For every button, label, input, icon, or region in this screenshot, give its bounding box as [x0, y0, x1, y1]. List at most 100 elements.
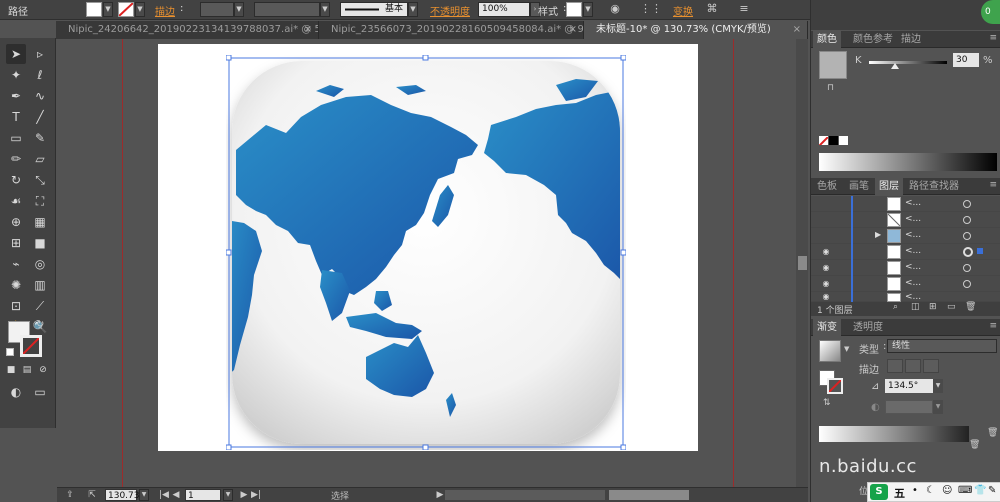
- stroke-label[interactable]: 描边: [155, 3, 175, 18]
- tab-swatches[interactable]: 色板: [813, 178, 841, 195]
- variable-width-arrow[interactable]: ▼: [320, 2, 330, 17]
- expand-triangle-icon[interactable]: ▶: [875, 230, 881, 239]
- stroke-indicator[interactable]: [827, 378, 843, 394]
- stroke-swatch[interactable]: [118, 2, 134, 17]
- fill-swatch[interactable]: [86, 2, 102, 17]
- tab-transparency[interactable]: 透明度: [849, 319, 887, 336]
- tab-color[interactable]: 颜色: [813, 31, 841, 48]
- tab-brushes[interactable]: 画笔: [845, 178, 873, 195]
- selected-art-indicator[interactable]: [977, 248, 983, 254]
- k-slider-thumb[interactable]: [891, 63, 899, 69]
- isolate-icon[interactable]: ⌘: [705, 2, 719, 16]
- gradient-mode-icon[interactable]: ▤: [20, 363, 34, 377]
- eye-icon[interactable]: ◉: [821, 247, 831, 257]
- selection-tool-icon[interactable]: ➤: [6, 44, 26, 64]
- stroke-weight-field[interactable]: [200, 2, 234, 17]
- moon-icon[interactable]: ☾: [926, 485, 935, 496]
- artboard-dropdown-arrow[interactable]: ▼: [223, 489, 233, 501]
- panel-menu-icon[interactable]: ≡: [737, 2, 751, 16]
- type-tool-icon[interactable]: T: [6, 107, 26, 127]
- pen-tool-icon[interactable]: ✒: [6, 86, 26, 106]
- panel-menu-icon[interactable]: ≡: [989, 180, 997, 190]
- export-icon[interactable]: ⇱: [85, 488, 99, 502]
- draw-mode-icon[interactable]: ◐: [6, 382, 26, 402]
- color-spectrum-bar[interactable]: [819, 153, 997, 171]
- lasso-icon[interactable]: ℓ: [30, 65, 50, 85]
- last-artboard-icon[interactable]: ▶|: [249, 488, 263, 502]
- artboard-tool-icon[interactable]: ⊡: [6, 296, 26, 316]
- zoom-dropdown-arrow[interactable]: ▼: [139, 489, 149, 501]
- eye-icon[interactable]: ◉: [821, 263, 831, 273]
- clipping-mask-icon[interactable]: ◫: [911, 302, 920, 312]
- rectangle-tool-icon[interactable]: ▭: [6, 128, 26, 148]
- delete-stop-icon[interactable]: 🗑: [969, 440, 980, 450]
- stroke-dropdown-arrow[interactable]: ▼: [135, 2, 145, 17]
- target-icon[interactable]: [963, 247, 973, 257]
- vertical-scroll-thumb[interactable]: [798, 256, 807, 270]
- tab-layers[interactable]: 图层: [875, 178, 903, 195]
- tab-gradient[interactable]: 渐变: [813, 319, 841, 336]
- none-mode-icon[interactable]: ⊘: [36, 363, 50, 377]
- tab-stroke[interactable]: 描边: [897, 31, 925, 48]
- warp-tool-icon[interactable]: ☙: [6, 191, 26, 211]
- layer-row[interactable]: ◉ <...: [811, 276, 1000, 292]
- swap-arrows-icon[interactable]: ↻: [36, 319, 44, 330]
- new-layer-icon[interactable]: ▭: [947, 302, 956, 312]
- blend-tool-icon[interactable]: ◎: [30, 254, 50, 274]
- stroke-gradient-option-3[interactable]: [923, 359, 939, 373]
- k-value-field[interactable]: 30: [953, 53, 979, 67]
- tab-document-1[interactable]: Nipic_24206642_20190223134139788037.ai* …: [56, 21, 319, 39]
- close-icon[interactable]: ×: [793, 21, 801, 39]
- aspect-ratio-field[interactable]: [885, 400, 933, 414]
- eye-icon[interactable]: ◉: [821, 292, 831, 302]
- layer-row[interactable]: ▶ <...: [811, 228, 1000, 244]
- magic-wand-icon[interactable]: ✦: [6, 65, 26, 85]
- none-color-swatch[interactable]: [819, 136, 828, 145]
- color-mode-icon[interactable]: ■: [4, 363, 18, 377]
- target-icon[interactable]: [963, 264, 971, 272]
- style-swatch[interactable]: [566, 2, 582, 17]
- tools-icon[interactable]: ✎: [988, 485, 996, 496]
- stroke-profile-dropdown[interactable]: 基本: [340, 2, 408, 17]
- color-preview-swatch[interactable]: [819, 51, 847, 79]
- rotate-tool-icon[interactable]: ↻: [6, 170, 26, 190]
- share-icon[interactable]: ⇪: [63, 488, 77, 502]
- globe-app-icon[interactable]: [226, 55, 626, 450]
- layer-row[interactable]: ◉ <...: [811, 244, 1000, 260]
- ime-mode-label[interactable]: 五: [894, 485, 905, 501]
- free-transform-icon[interactable]: ⛶: [30, 191, 50, 211]
- out-of-gamut-icon[interactable]: ⊓: [827, 83, 834, 93]
- black-swatch[interactable]: [829, 136, 838, 145]
- target-icon[interactable]: [963, 280, 971, 288]
- eye-icon[interactable]: ◉: [821, 279, 831, 289]
- tab-document-2[interactable]: Nipic_23566073_20190228160509458084.ai* …: [319, 21, 584, 39]
- perspective-grid-icon[interactable]: ▦: [30, 212, 50, 232]
- stroke-gradient-option-2[interactable]: [905, 359, 921, 373]
- target-icon[interactable]: [963, 200, 971, 208]
- tab-document-active[interactable]: 未标题-10* @ 130.73% (CMYK/预览) ×: [584, 21, 808, 39]
- ime-logo-icon[interactable]: S: [870, 484, 888, 500]
- opacity-label[interactable]: 不透明度: [430, 3, 470, 18]
- paintbrush-icon[interactable]: ✎: [30, 128, 50, 148]
- screen-mode-icon[interactable]: ▭: [30, 382, 50, 402]
- keyboard-icon[interactable]: ⌨: [958, 485, 972, 496]
- panel-menu-icon[interactable]: ≡: [989, 321, 997, 331]
- horizontal-scroll-thumb[interactable]: [609, 490, 689, 500]
- layer-row[interactable]: ◉ <...: [811, 260, 1000, 276]
- line-tool-icon[interactable]: ╱: [30, 107, 50, 127]
- mesh-tool-icon[interactable]: ⊞: [6, 233, 26, 253]
- angle-dropdown-arrow[interactable]: ▼: [933, 379, 943, 393]
- gradient-preview-swatch[interactable]: [819, 340, 841, 362]
- reverse-gradient-icon[interactable]: ⇅: [823, 398, 831, 408]
- default-colors-icon[interactable]: [6, 348, 14, 356]
- white-swatch[interactable]: [839, 136, 848, 145]
- close-icon[interactable]: ×: [304, 21, 312, 39]
- layer-row[interactable]: ◉ <...: [811, 292, 1000, 302]
- trash-icon[interactable]: 🗑: [987, 428, 998, 438]
- speed-ball-widget[interactable]: 0: [981, 0, 1000, 24]
- angle-field[interactable]: 134.5°: [885, 379, 933, 393]
- k-slider-track[interactable]: [869, 61, 947, 64]
- curvature-tool-icon[interactable]: ∿: [30, 86, 50, 106]
- tab-color-guide[interactable]: 颜色参考: [849, 31, 897, 48]
- direct-selection-tool-icon[interactable]: ▹: [30, 44, 50, 64]
